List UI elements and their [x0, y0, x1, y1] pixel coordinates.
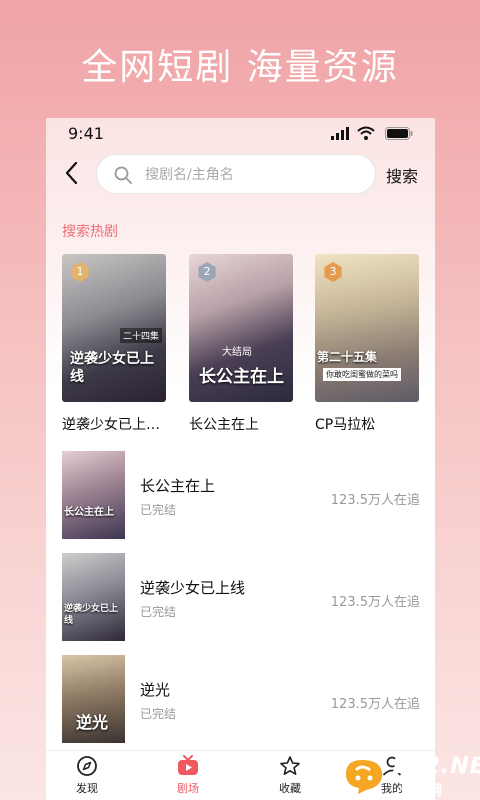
cover-title-art: 逆光: [76, 713, 109, 732]
hot-section-title: 搜索热剧: [62, 224, 118, 240]
list-item-status: 已完结: [140, 503, 177, 517]
list-item-followers: 123.5万人在追: [330, 697, 420, 712]
watermark-logo-icon: [346, 760, 383, 794]
hot-card-title: CP马拉松: [315, 417, 376, 433]
search-bar[interactable]: [96, 154, 376, 194]
list-item-status: 已完结: [140, 707, 177, 721]
star-icon: [280, 756, 300, 775]
search-input[interactable]: [145, 164, 365, 186]
hot-card-title: 长公主在上: [189, 417, 259, 433]
cover-episode-tag: 二十四集: [120, 328, 163, 343]
list-item[interactable]: 逆光 逆光 已完结 123.5万人在追: [62, 655, 420, 745]
list-item-status: 已完结: [140, 605, 177, 619]
wifi-icon: [357, 126, 375, 140]
tv-icon: [178, 755, 198, 775]
search-icon: [114, 166, 132, 184]
search-button[interactable]: 搜索: [386, 163, 418, 187]
tab-label: 发现: [76, 782, 98, 795]
hot-card[interactable]: 1 二十四集 逆袭少女已上线 逆袭少女已上…: [62, 254, 166, 434]
watermark-site-name: 乐游网: [400, 783, 442, 799]
tab-discover[interactable]: 发现: [52, 755, 122, 796]
status-bar: 9:41: [46, 118, 435, 150]
cover-episode-tag: 你敢吃闺蜜做的菜吗: [323, 368, 401, 381]
hot-cover-image: 2 大结局 长公主在上: [189, 254, 293, 402]
promo-banner-title: 全网短剧 海量资源: [81, 47, 399, 88]
cover-title-art: 逆袭少女已上线: [70, 351, 154, 385]
hot-card[interactable]: 3 第二十五集 你敢吃闺蜜做的菜吗 CP马拉松: [315, 254, 419, 434]
list-item-followers: 123.5万人在追: [330, 493, 420, 508]
cover-title-art: 第二十五集: [317, 350, 378, 364]
list-cover-image: 长公主在上: [62, 451, 125, 539]
list-item-title: 逆袭少女已上线: [140, 579, 246, 597]
status-time: 9:41: [68, 124, 104, 143]
rank-badge: 1: [71, 262, 89, 282]
hot-card-title: 逆袭少女已上…: [62, 417, 160, 433]
site-watermark: 962.NET 乐游网: [340, 752, 480, 800]
list-item[interactable]: 逆袭少女已上线 逆袭少女已上线 已完结 123.5万人在追: [62, 553, 420, 643]
phone-screen: 9:41 搜索 搜索热剧 1 二十四: [46, 118, 435, 800]
rank-badge: 2: [198, 262, 216, 282]
cellular-signal-icon: [331, 127, 349, 140]
tab-favorites[interactable]: 收藏: [255, 755, 325, 796]
list-item-title: 逆光: [140, 681, 171, 699]
cover-title-art: 长公主在上: [64, 507, 114, 518]
hot-cover-image: 3 第二十五集 你敢吃闺蜜做的菜吗: [315, 254, 419, 402]
cover-episode-tag: 大结局: [222, 347, 252, 358]
rank-badge: 3: [324, 262, 342, 282]
hot-cover-image: 1 二十四集 逆袭少女已上线: [62, 254, 166, 402]
list-item[interactable]: 长公主在上 长公主在上 已完结 123.5万人在追: [62, 451, 420, 541]
tab-label: 剧场: [177, 782, 199, 795]
back-arrow-icon[interactable]: [62, 160, 82, 186]
battery-icon: [385, 127, 413, 140]
list-cover-image: 逆袭少女已上线: [62, 553, 125, 641]
tab-theater[interactable]: 剧场: [153, 755, 223, 796]
list-item-followers: 123.5万人在追: [330, 595, 420, 610]
list-cover-image: 逆光: [62, 655, 125, 743]
watermark-number: 962.NET: [392, 754, 480, 779]
tab-label: 收藏: [279, 782, 301, 795]
cover-title-art: 逆袭少女已上线: [64, 604, 119, 626]
hot-card[interactable]: 2 大结局 长公主在上 长公主在上: [189, 254, 293, 434]
cover-title-art: 长公主在上: [199, 367, 284, 387]
list-item-title: 长公主在上: [140, 477, 216, 495]
compass-icon: [77, 756, 97, 776]
